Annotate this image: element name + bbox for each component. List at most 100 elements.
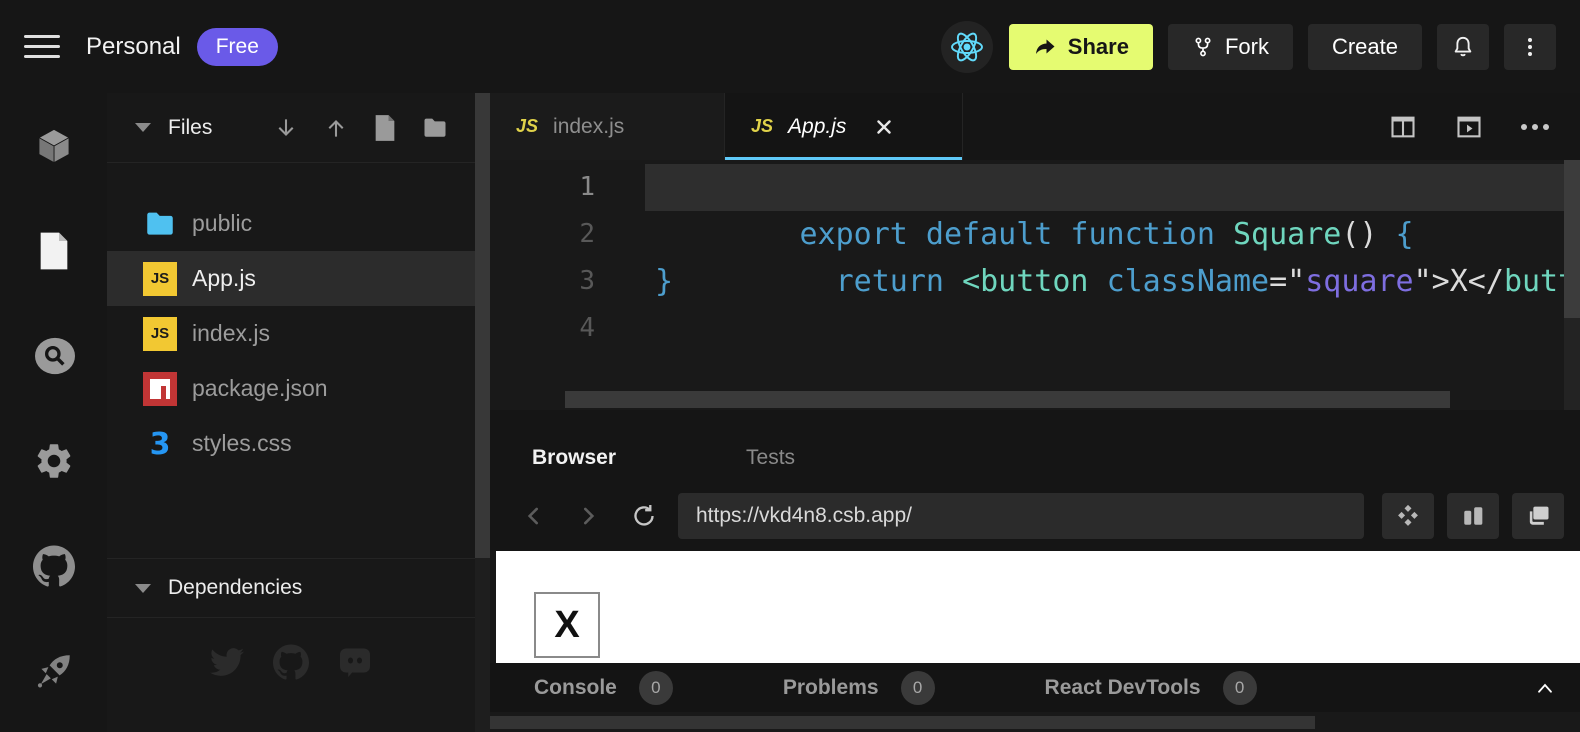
code-line: 3 } [490, 258, 1580, 305]
editor-more-button[interactable] [1520, 121, 1550, 133]
download-icon[interactable] [273, 114, 299, 142]
file-name: package.json [192, 375, 328, 402]
kebab-menu-icon [1518, 34, 1542, 60]
twitter-link[interactable] [208, 643, 246, 681]
editor-vertical-scrollbar[interactable] [1564, 160, 1580, 410]
preview-tabs: Browser Tests [490, 410, 1580, 480]
codesandbox-window: Personal Free Share Fo [0, 0, 1580, 732]
files-panel: Files [107, 93, 475, 732]
count-badge: 0 [901, 671, 935, 705]
address-bar[interactable] [678, 493, 1364, 539]
sidebar-item-sandbox[interactable] [33, 125, 75, 167]
dependencies-title: Dependencies [168, 576, 302, 600]
editor-tab-bar: JS index.js JS App.js [490, 93, 1580, 160]
square-button[interactable]: X [534, 592, 600, 658]
tab-indexjs[interactable]: JS index.js [490, 93, 725, 160]
new-folder-icon[interactable] [421, 114, 449, 142]
activity-bar [0, 93, 107, 732]
github-link[interactable] [272, 643, 310, 681]
workspace-name[interactable]: Personal [86, 33, 181, 61]
twitter-icon [210, 645, 244, 679]
tab-label: App.js [788, 115, 846, 139]
file-name: App.js [192, 265, 256, 292]
share-button[interactable]: Share [1009, 24, 1153, 70]
discord-icon [337, 644, 373, 680]
sidebar-item-search[interactable] [33, 335, 75, 377]
preview-settings-button[interactable] [1382, 493, 1434, 539]
line-number: 4 [490, 305, 645, 352]
tab-tests[interactable]: Tests [746, 446, 795, 470]
cube-icon [34, 126, 74, 166]
file-row-stylescss[interactable]: 3 styles.css [107, 416, 475, 471]
expand-devtools-button[interactable] [1536, 681, 1554, 695]
open-preview-button[interactable] [1454, 113, 1484, 141]
close-tab-button[interactable] [875, 118, 893, 136]
fork-label: Fork [1225, 34, 1269, 60]
bottom-scrollbar[interactable] [490, 712, 1580, 732]
menu-icon[interactable] [24, 35, 60, 58]
sidebar-item-files[interactable] [33, 230, 75, 272]
new-file-icon[interactable] [373, 114, 397, 142]
bell-icon [1450, 33, 1476, 61]
responsive-mode-button[interactable] [1447, 493, 1499, 539]
count-badge: 0 [1223, 671, 1257, 705]
back-button[interactable] [514, 496, 554, 536]
sidebar-item-github[interactable] [33, 545, 75, 587]
count-badge: 0 [639, 671, 673, 705]
editor-horizontal-scrollbar[interactable] [565, 391, 1450, 408]
fork-button[interactable]: Fork [1168, 24, 1293, 70]
panes-icon [1459, 502, 1487, 530]
split-view-icon [1388, 113, 1418, 141]
tab-react-devtools[interactable]: React DevTools 0 [1045, 671, 1257, 705]
react-logo-button[interactable] [941, 21, 993, 73]
refresh-icon [630, 502, 658, 530]
ellipsis-icon [1520, 121, 1550, 133]
tab-console[interactable]: Console 0 [534, 671, 673, 705]
file-row-packagejson[interactable]: package.json [107, 361, 475, 416]
scrollbar-thumb[interactable] [490, 716, 1315, 729]
upload-icon[interactable] [323, 114, 349, 142]
sidebar-item-settings[interactable] [33, 440, 75, 482]
scrollbar-thumb[interactable] [475, 93, 490, 558]
discord-link[interactable] [336, 643, 374, 681]
more-options-button[interactable] [1504, 24, 1556, 70]
tab-label: index.js [553, 115, 624, 139]
tab-browser[interactable]: Browser [532, 446, 616, 470]
dependencies-section-header[interactable]: Dependencies [107, 558, 475, 618]
tab-problems[interactable]: Problems 0 [783, 671, 935, 705]
top-header: Personal Free Share Fo [0, 0, 1580, 93]
create-button[interactable]: Create [1308, 24, 1422, 70]
editor-actions [963, 93, 1580, 160]
react-devtools-label: React DevTools [1045, 676, 1201, 700]
scrollbar-thumb[interactable] [1564, 160, 1580, 318]
files-section-header[interactable]: Files [107, 93, 475, 163]
files-panel-scrollbar[interactable] [475, 93, 490, 732]
sidebar-item-deploy[interactable] [33, 650, 75, 692]
chevron-up-icon [1536, 681, 1554, 695]
forward-button[interactable] [568, 496, 608, 536]
file-name: styles.css [192, 430, 292, 457]
share-label: Share [1068, 34, 1129, 60]
npm-file-icon [143, 372, 177, 406]
line-number: 3 [490, 258, 645, 305]
notifications-button[interactable] [1437, 24, 1489, 70]
file-row-public[interactable]: public [107, 196, 475, 251]
file-name: index.js [192, 320, 270, 347]
tab-appjs[interactable]: JS App.js [725, 93, 963, 160]
url-input[interactable] [682, 504, 1360, 528]
code-editor[interactable]: 1 export default function Square() { 2 r… [490, 160, 1580, 410]
file-row-indexjs[interactable]: JS index.js [107, 306, 475, 361]
devtools-bar: Console 0 Problems 0 React DevTools 0 [490, 663, 1580, 712]
javascript-file-icon: JS [143, 262, 177, 296]
stacked-windows-icon [1524, 502, 1552, 530]
file-row-appjs[interactable]: JS App.js [107, 251, 475, 306]
open-in-new-window-button[interactable] [1512, 493, 1564, 539]
css-file-icon: 3 [143, 427, 177, 461]
split-editor-button[interactable] [1388, 113, 1418, 141]
javascript-file-icon: JS [143, 317, 177, 351]
gear-icon [33, 440, 75, 482]
refresh-button[interactable] [624, 496, 664, 536]
browser-navigation [490, 480, 1580, 551]
chevron-right-icon [575, 503, 601, 529]
browser-preview: X [490, 551, 1580, 663]
